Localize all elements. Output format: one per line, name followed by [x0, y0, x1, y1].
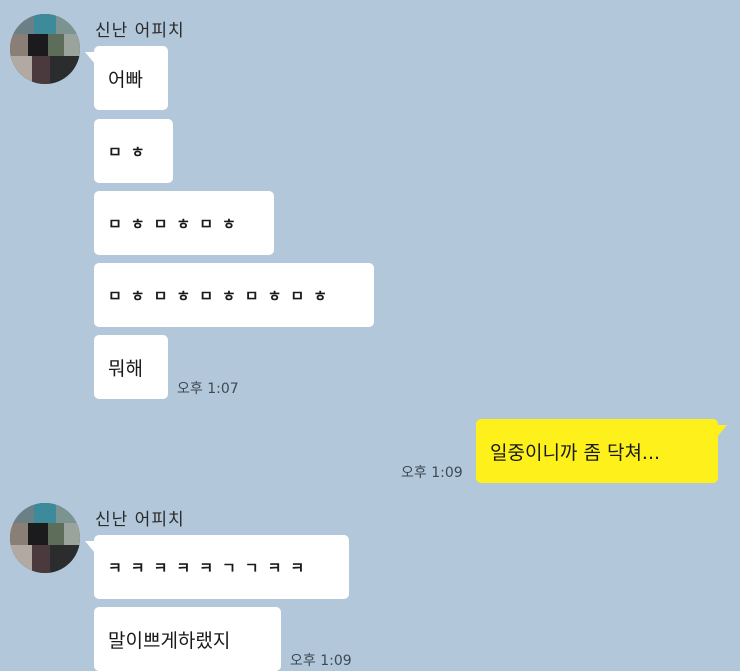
message-bubble[interactable]: 어빠	[85, 46, 168, 110]
message-timestamp: 오후 1:07	[177, 381, 239, 397]
sender-avatar[interactable]	[10, 14, 80, 84]
message-bubble[interactable]: 말이쁘게하랬지	[94, 607, 281, 671]
sender-name: 신난 어피치	[95, 510, 185, 530]
sender-name: 신난 어피치	[95, 21, 185, 41]
message-bubble[interactable]: ㅋㅋㅋㅋㅋㄱㄱㅋㅋ	[85, 535, 349, 599]
message-bubble[interactable]: 뭐해	[94, 335, 168, 399]
sender-avatar[interactable]	[10, 503, 80, 573]
message-bubble[interactable]: ㅁㅎㅁㅎㅁㅎㅁㅎㅁㅎ	[94, 263, 374, 327]
message-bubble[interactable]: ㅁㅎ	[94, 119, 173, 183]
message-bubble[interactable]: ㅁㅎㅁㅎㅁㅎ	[94, 191, 274, 255]
message-timestamp: 오후 1:09	[401, 465, 463, 481]
message-timestamp: 오후 1:09	[290, 653, 352, 669]
my-message-bubble[interactable]: 일중이니까 좀 닥쳐...	[476, 419, 727, 483]
